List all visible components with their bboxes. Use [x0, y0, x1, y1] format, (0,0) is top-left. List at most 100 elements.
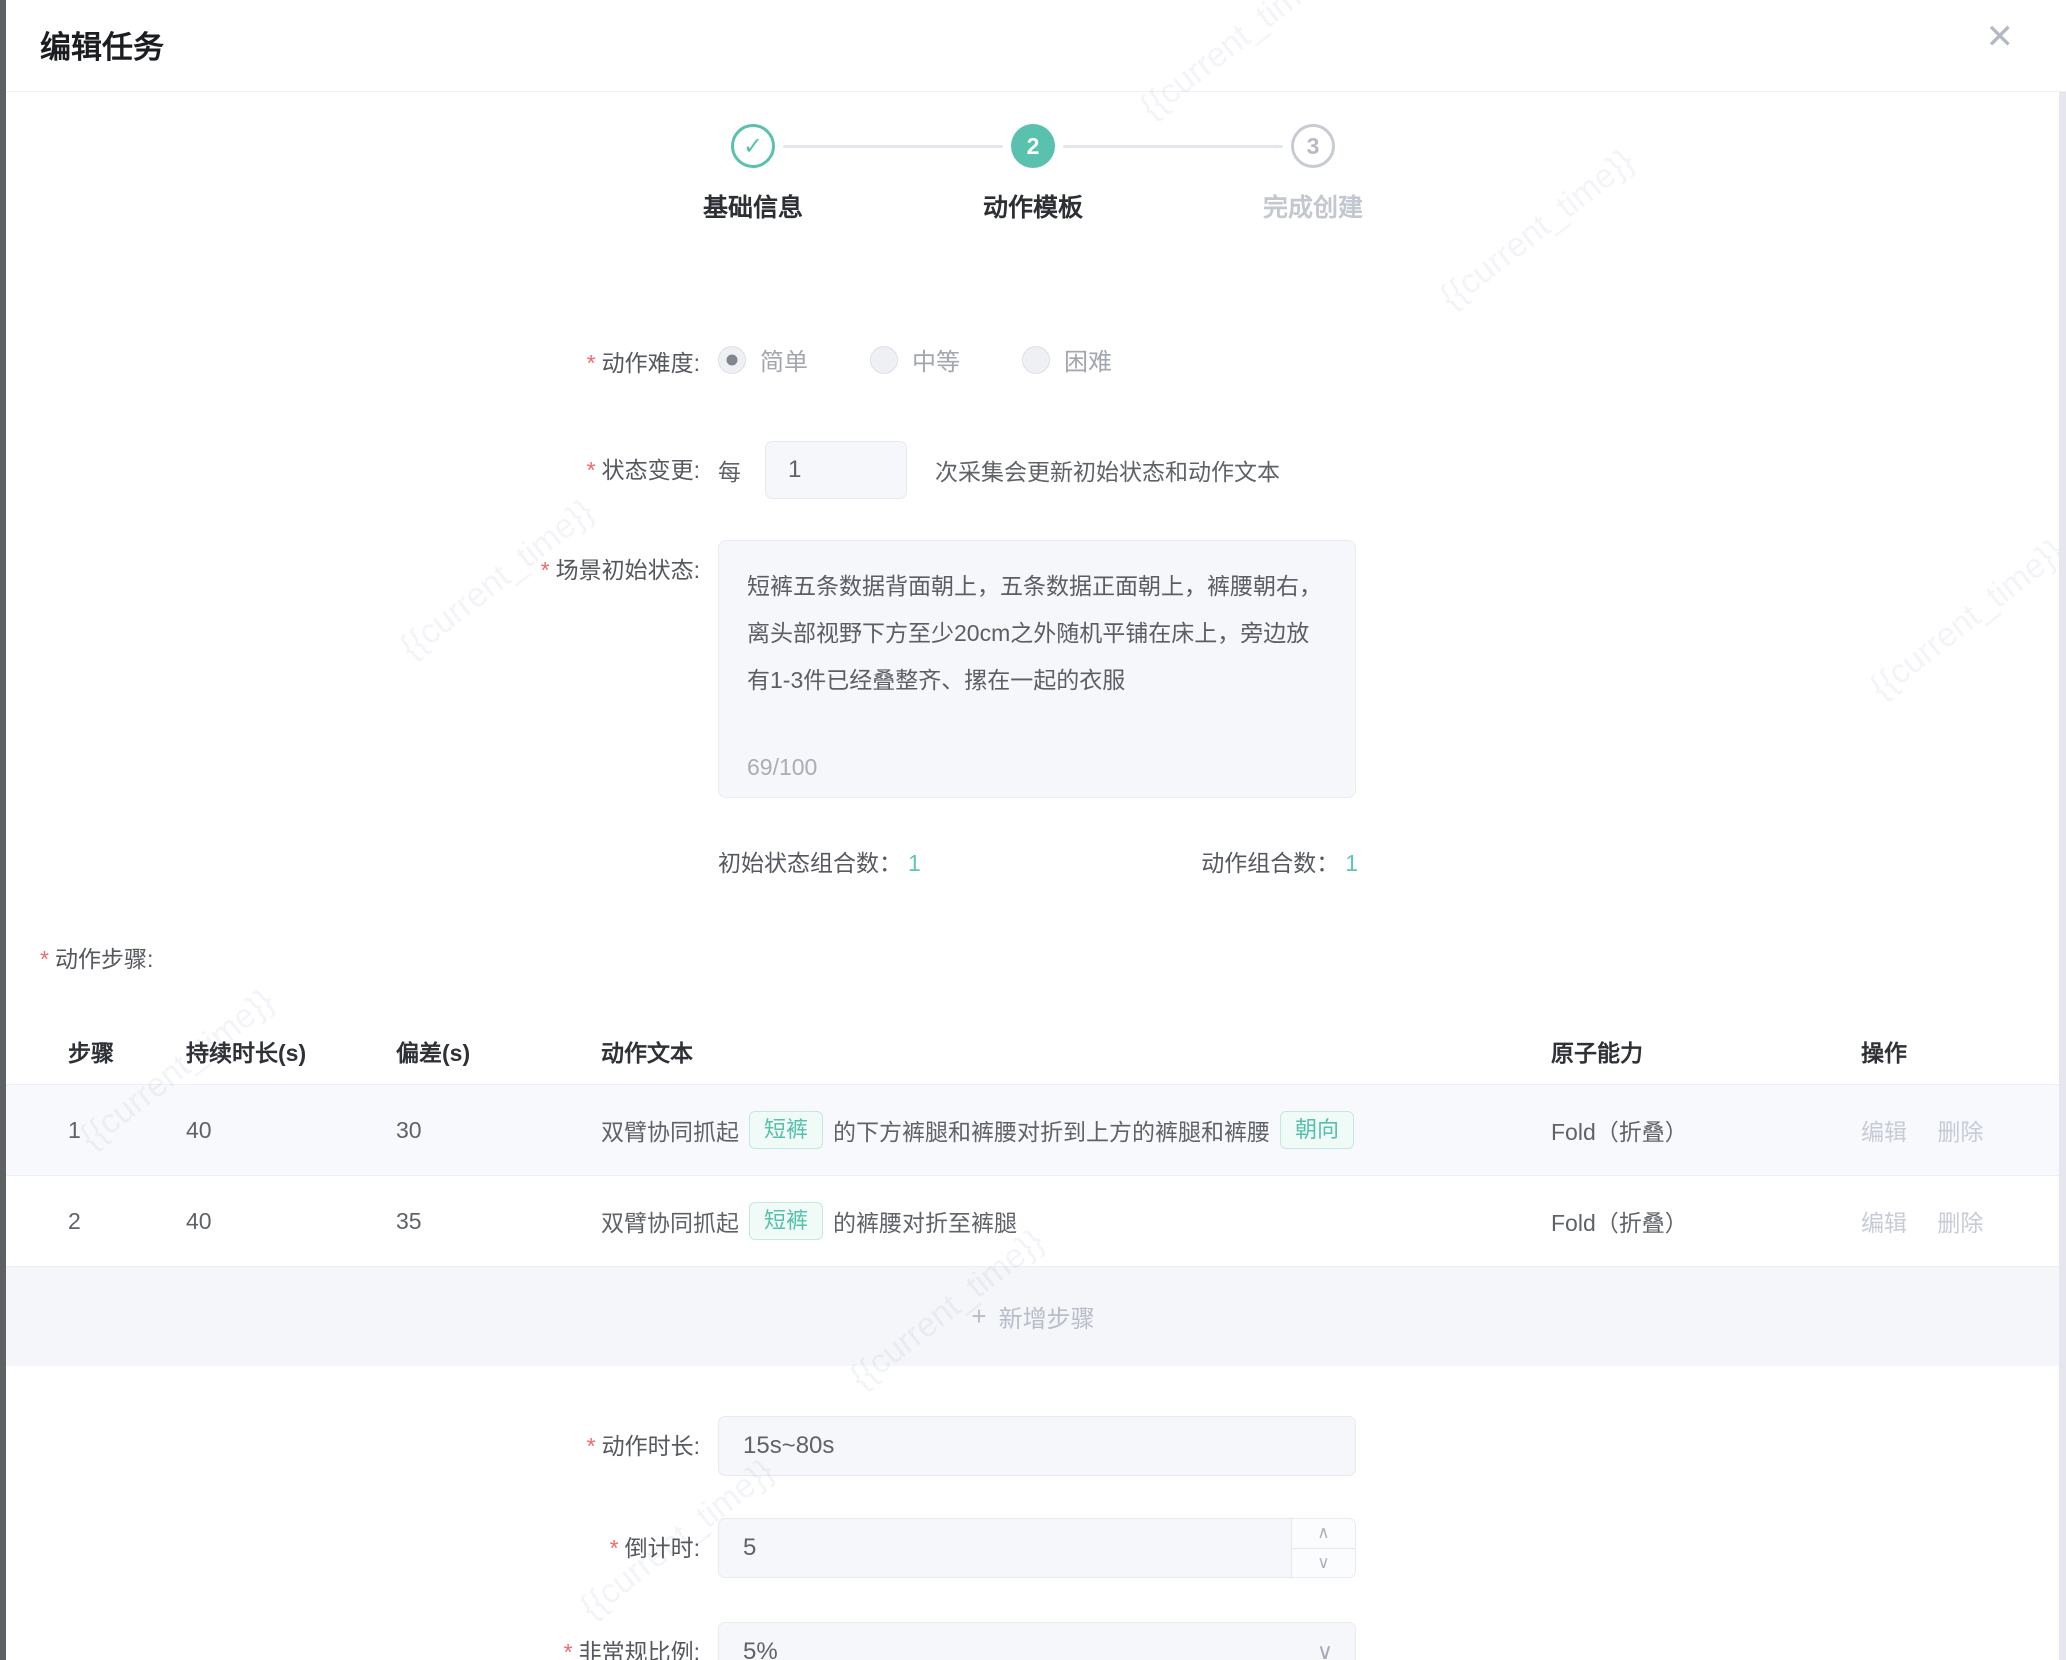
dialog-header: 编辑任务 ✕: [0, 0, 2066, 92]
radio-label: 困难: [1064, 342, 1112, 377]
col-duration: 持续时长(s): [186, 1034, 396, 1068]
step-number: 3: [1291, 124, 1335, 168]
radio-label: 中等: [912, 342, 960, 377]
radio-circle-icon: [1022, 346, 1050, 374]
operations-cell: 编辑 删除: [1861, 1204, 2066, 1238]
initial-state-text: 短裤五条数据背面朝上，五条数据正面朝上，裤腰朝右，离头部视野下方至少20cm之外…: [747, 563, 1327, 704]
required-asterisk: *: [564, 1639, 573, 1660]
watermark: {{current_time}}: [1433, 142, 1642, 317]
col-deviation: 偏差(s): [396, 1034, 601, 1068]
table-header-row: 步骤 持续时长(s) 偏差(s) 动作文本 原子能力 操作: [0, 1018, 2066, 1084]
ability-cell: Fold（折叠）: [1551, 1204, 1861, 1238]
action-combo-count: 动作组合数：1: [1201, 844, 1358, 878]
step-complete-creation: 3 完成创建: [1173, 124, 1453, 224]
step-label: 完成创建: [1263, 188, 1363, 224]
col-operation: 操作: [1861, 1034, 2066, 1068]
object-tag: 短裤: [749, 1202, 823, 1240]
required-asterisk: *: [587, 457, 596, 483]
edit-link[interactable]: 编辑: [1861, 1119, 1907, 1145]
countdown-row: *倒计时: 5 ∧ ∨: [0, 1518, 2066, 1578]
action-duration-row: *动作时长: 15s~80s: [0, 1416, 2066, 1476]
action-steps-label: *动作步骤:: [40, 940, 2066, 974]
difficulty-row: *动作难度: 简单 中等 困难: [0, 342, 2066, 384]
operations-cell: 编辑 删除: [1861, 1113, 2066, 1147]
radio-easy[interactable]: 简单: [718, 342, 808, 377]
initial-state-row: *场景初始状态: 短裤五条数据背面朝上，五条数据正面朝上，裤腰朝右，离头部视野下…: [0, 540, 2066, 798]
step-number: 2: [1011, 124, 1055, 168]
delete-link[interactable]: 删除: [1937, 1119, 1983, 1145]
stepper-increase-button[interactable]: ∧: [1292, 1519, 1355, 1549]
orientation-tag: 朝向: [1280, 1111, 1354, 1149]
radio-circle-icon: [870, 346, 898, 374]
add-step-label: 新增步骤: [999, 1299, 1095, 1334]
state-change-label: *状态变更:: [0, 440, 700, 500]
table-row: 1 40 30 双臂协同抓起 短裤 的下方裤腿和裤腰对折到上方的裤腿和裤腰 朝向…: [0, 1084, 2066, 1175]
countdown-value: 5: [743, 1534, 756, 1562]
deviation-cell: 30: [396, 1117, 601, 1144]
initial-state-combo-count: 初始状态组合数：1: [718, 844, 921, 878]
required-asterisk: *: [40, 946, 49, 972]
backdrop-right-edge: [2059, 92, 2066, 1660]
state-change-suffix: 次采集会更新初始状态和动作文本: [935, 453, 1280, 487]
initial-state-label: *场景初始状态:: [0, 540, 700, 600]
col-action-text: 动作文本: [601, 1034, 1551, 1068]
action-steps-table: 步骤 持续时长(s) 偏差(s) 动作文本 原子能力 操作 1 40 30 双臂…: [0, 1018, 2066, 1366]
unusual-ratio-select[interactable]: 5% ∨: [718, 1622, 1356, 1660]
radio-label: 简单: [760, 342, 808, 377]
required-asterisk: *: [610, 1535, 619, 1561]
step-action-template: 2 动作模板: [893, 124, 1173, 224]
action-text-cell: 双臂协同抓起 短裤 的下方裤腿和裤腰对折到上方的裤腿和裤腰 朝向: [601, 1111, 1551, 1149]
col-atomic-ability: 原子能力: [1551, 1034, 1861, 1068]
action-text-cell: 双臂协同抓起 短裤 的裤腰对折至裤腿: [601, 1202, 1551, 1240]
deviation-cell: 35: [396, 1208, 601, 1235]
unusual-ratio-value: 5%: [743, 1638, 778, 1660]
unusual-ratio-row: *非常规比例: 5% ∨: [0, 1622, 2066, 1660]
countdown-label: *倒计时:: [0, 1518, 700, 1578]
col-step: 步骤: [68, 1034, 186, 1068]
edit-link[interactable]: 编辑: [1861, 1210, 1907, 1236]
ability-cell: Fold（折叠）: [1551, 1113, 1861, 1147]
chevron-down-icon: ∨: [1317, 1639, 1333, 1660]
chevron-down-icon: ∨: [1317, 1553, 1329, 1573]
required-asterisk: *: [587, 1433, 596, 1459]
initial-state-textarea[interactable]: 短裤五条数据背面朝上，五条数据正面朝上，裤腰朝右，离头部视野下方至少20cm之外…: [718, 540, 1356, 798]
delete-link[interactable]: 删除: [1937, 1210, 1983, 1236]
step-label: 基础信息: [703, 188, 803, 224]
unusual-ratio-label: *非常规比例:: [0, 1622, 700, 1660]
action-text: 双臂协同抓起: [601, 1204, 739, 1238]
combo-counts-row: 初始状态组合数：1 动作组合数：1: [0, 844, 2066, 878]
step-number-cell: 1: [68, 1117, 186, 1144]
number-stepper: ∧ ∨: [1291, 1519, 1355, 1577]
duration-cell: 40: [186, 1117, 396, 1144]
duration-cell: 40: [186, 1208, 396, 1235]
action-text: 双臂协同抓起: [601, 1113, 739, 1147]
chevron-up-icon: ∧: [1317, 1523, 1329, 1543]
wizard-stepper: ✓ 基础信息 2 动作模板 3 完成创建: [613, 124, 1453, 224]
action-text: 的下方裤腿和裤腰对折到上方的裤腿和裤腰: [833, 1113, 1270, 1147]
state-change-input[interactable]: 1: [765, 441, 907, 499]
table-row: 2 40 35 双臂协同抓起 短裤 的裤腰对折至裤腿 Fold（折叠） 编辑 删…: [0, 1175, 2066, 1266]
add-step-button[interactable]: + 新增步骤: [0, 1266, 2066, 1366]
stepper-decrease-button[interactable]: ∨: [1292, 1549, 1355, 1578]
state-change-row: *状态变更: 每 1 次采集会更新初始状态和动作文本: [0, 440, 2066, 500]
step-basic-info: ✓ 基础信息: [613, 124, 893, 224]
step-number-cell: 2: [68, 1208, 186, 1235]
radio-medium[interactable]: 中等: [870, 342, 960, 377]
required-asterisk: *: [587, 350, 596, 376]
close-icon[interactable]: ✕: [1986, 20, 2015, 54]
radio-hard[interactable]: 困难: [1022, 342, 1112, 377]
state-change-prefix: 每: [718, 453, 741, 487]
radio-circle-icon: [718, 346, 746, 374]
step-label: 动作模板: [983, 188, 1083, 224]
edit-task-dialog: {{current_time}} {{current_time}} {{curr…: [0, 0, 2066, 1660]
backdrop-left-edge: [0, 0, 6, 1660]
dialog-title: 编辑任务: [40, 22, 164, 67]
check-icon: ✓: [731, 124, 775, 168]
object-tag: 短裤: [749, 1111, 823, 1149]
char-counter: 69/100: [747, 754, 817, 781]
duration-label: *动作时长:: [0, 1416, 700, 1476]
difficulty-label: *动作难度:: [0, 342, 700, 384]
countdown-input[interactable]: 5 ∧ ∨: [718, 1518, 1356, 1578]
action-combo-value: 1: [1345, 850, 1358, 876]
duration-input[interactable]: 15s~80s: [718, 1416, 1356, 1476]
